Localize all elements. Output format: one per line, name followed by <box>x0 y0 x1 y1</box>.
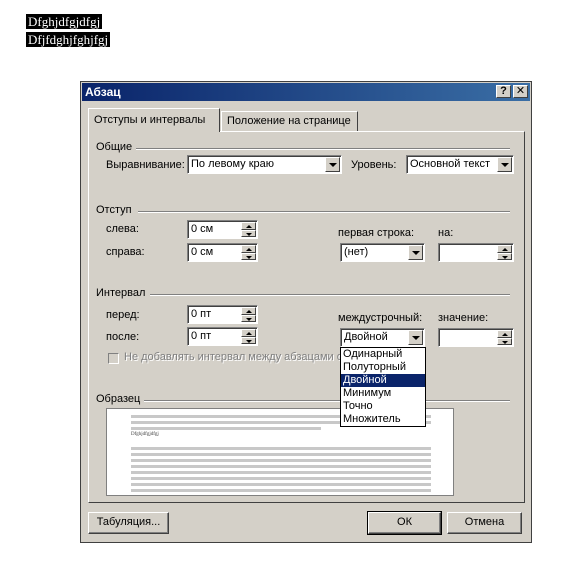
title-bar: Абзац ? ✕ <box>82 83 530 101</box>
preview-next-line <box>131 471 431 474</box>
close-icon: ✕ <box>515 85 526 97</box>
right-indent-value: 0 см <box>191 246 214 258</box>
alignment-value: По левому краю <box>191 158 274 170</box>
by-spinner[interactable] <box>438 243 514 262</box>
spacing-after-spinner[interactable]: 0 пт <box>187 327 258 346</box>
line-spacing-option[interactable]: Множитель <box>341 413 425 426</box>
chevron-down-icon[interactable] <box>408 330 423 345</box>
spacing-before-spinner[interactable]: 0 пт <box>187 305 258 324</box>
close-button[interactable]: ✕ <box>513 85 528 98</box>
cancel-button[interactable]: Отмена <box>447 512 522 534</box>
dont-add-space-checkbox[interactable] <box>108 353 119 364</box>
level-label: Уровень: <box>351 159 397 171</box>
at-label: значение: <box>438 312 489 324</box>
alignment-label: Выравнивание: <box>106 159 185 171</box>
chevron-down-icon[interactable] <box>325 157 340 172</box>
line-spacing-option[interactable]: Точно <box>341 400 425 413</box>
tab-line-page-breaks[interactable]: Положение на странице <box>221 111 358 131</box>
spin-buttons[interactable] <box>497 245 512 260</box>
ok-button[interactable]: ОК <box>367 511 442 535</box>
help-button[interactable]: ? <box>496 85 511 98</box>
document-line-1: Dfghjdfgjdfgj <box>26 14 103 29</box>
line-spacing-value: Двойной <box>344 331 388 343</box>
indent-group-label: Отступ <box>96 204 132 216</box>
dont-add-space-label: Не добавлять интервал между абзацами о <box>124 351 343 363</box>
alignment-select[interactable]: По левому краю <box>187 155 342 174</box>
preview-next-line <box>131 477 431 480</box>
after-label: после: <box>106 331 140 343</box>
preview-next-line <box>131 453 431 456</box>
tabs-button[interactable]: Табуляция... <box>88 512 169 534</box>
before-label: перед: <box>106 309 140 321</box>
before-value: 0 пт <box>191 308 212 320</box>
general-divider <box>136 148 510 150</box>
chevron-down-icon[interactable] <box>497 157 512 172</box>
left-indent-label: слева: <box>106 223 139 235</box>
spin-buttons[interactable] <box>241 307 256 322</box>
first-line-select[interactable]: (нет) <box>340 243 425 262</box>
preview-sample-text: Dfghjdfgjdfgj <box>131 432 159 437</box>
spacing-group-label: Интервал <box>96 287 146 299</box>
spin-buttons[interactable] <box>241 222 256 237</box>
chevron-down-icon[interactable] <box>408 245 423 260</box>
preview-next-line <box>131 465 431 468</box>
line-spacing-select[interactable]: Двойной <box>340 328 425 347</box>
line-spacing-option-selected[interactable]: Двойной <box>341 374 425 387</box>
at-spinner[interactable] <box>438 328 514 347</box>
tab-line-page-breaks-label: Положение на странице <box>227 115 351 127</box>
preview-next-line <box>131 489 431 492</box>
preview-prev-line <box>131 427 321 430</box>
spin-buttons[interactable] <box>241 245 256 260</box>
dialog-title: Абзац <box>85 85 121 99</box>
outline-level-select[interactable]: Основной текст <box>406 155 514 174</box>
by-label: на: <box>438 227 454 239</box>
preview-divider <box>144 400 510 402</box>
preview-group-label: Образец <box>96 393 141 405</box>
line-spacing-label: междустрочный: <box>338 312 423 324</box>
level-value: Основной текст <box>410 158 490 170</box>
spin-buttons[interactable] <box>497 330 512 345</box>
right-indent-spinner[interactable]: 0 см <box>187 243 258 262</box>
spacing-divider <box>150 294 510 296</box>
tab-indents-spacing-label: Отступы и интервалы <box>94 114 206 126</box>
general-group-label: Общие <box>96 141 133 153</box>
spin-buttons[interactable] <box>241 329 256 344</box>
line-spacing-option[interactable]: Одинарный <box>341 348 425 361</box>
left-indent-spinner[interactable]: 0 см <box>187 220 258 239</box>
first-line-value: (нет) <box>344 246 369 258</box>
line-spacing-option[interactable]: Полуторный <box>341 361 425 374</box>
preview-next-line <box>131 447 431 450</box>
preview-next-line <box>131 483 431 486</box>
right-indent-label: справа: <box>106 246 145 258</box>
tab-indents-spacing[interactable]: Отступы и интервалы <box>88 108 220 132</box>
indent-divider <box>138 211 510 213</box>
document-line-2: Dfjfdghjfghjfgj <box>26 32 111 47</box>
first-line-label: первая строка: <box>338 227 415 239</box>
after-value: 0 пт <box>191 330 212 342</box>
line-spacing-options-list[interactable]: Одинарный Полуторный Двойной Минимум Точ… <box>340 347 426 427</box>
preview-next-line <box>131 459 431 462</box>
left-indent-value: 0 см <box>191 223 214 235</box>
line-spacing-option[interactable]: Минимум <box>341 387 425 400</box>
